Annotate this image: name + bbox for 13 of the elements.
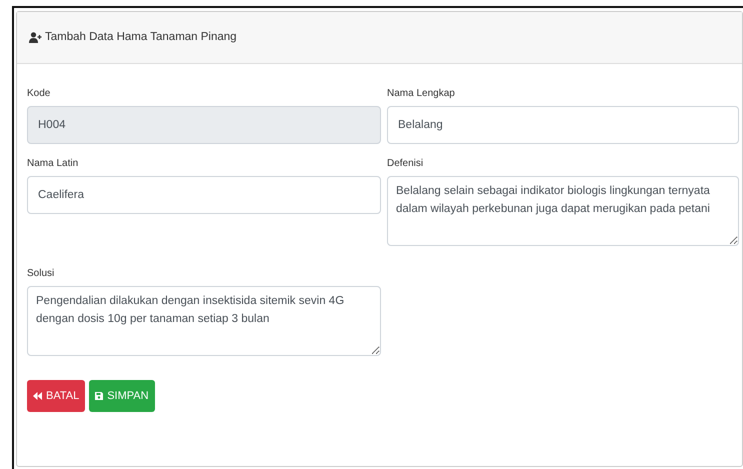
rewind-icon [33, 392, 42, 400]
input-field[interactable]: Caelifera [27, 176, 381, 214]
text-area[interactable]: Belalang selain sebagai indikator biologis lingkungan ternyata dalam wilayah perkebunan juga dapat merugikan pada petani [387, 176, 739, 246]
text-area[interactable]: Pengendalian dilakukan dengan insektisida sitemik sevin 4G dengan dosis 10g per tanaman setiap 3 bulan [27, 286, 381, 356]
user-plus-icon [29, 32, 42, 43]
field-label: Solusi [27, 267, 56, 281]
field-label: Nama Latin [27, 157, 80, 171]
card-title: Tambah Data Hama Tanaman Pinang [45, 30, 237, 45]
field-label: Defenisi [387, 157, 424, 171]
field-label: Kode [27, 87, 52, 101]
input-field[interactable]: Belalang [387, 106, 739, 144]
field-label: Nama Lengkap [387, 87, 456, 101]
cancel-button[interactable]: BATAL [27, 380, 86, 412]
